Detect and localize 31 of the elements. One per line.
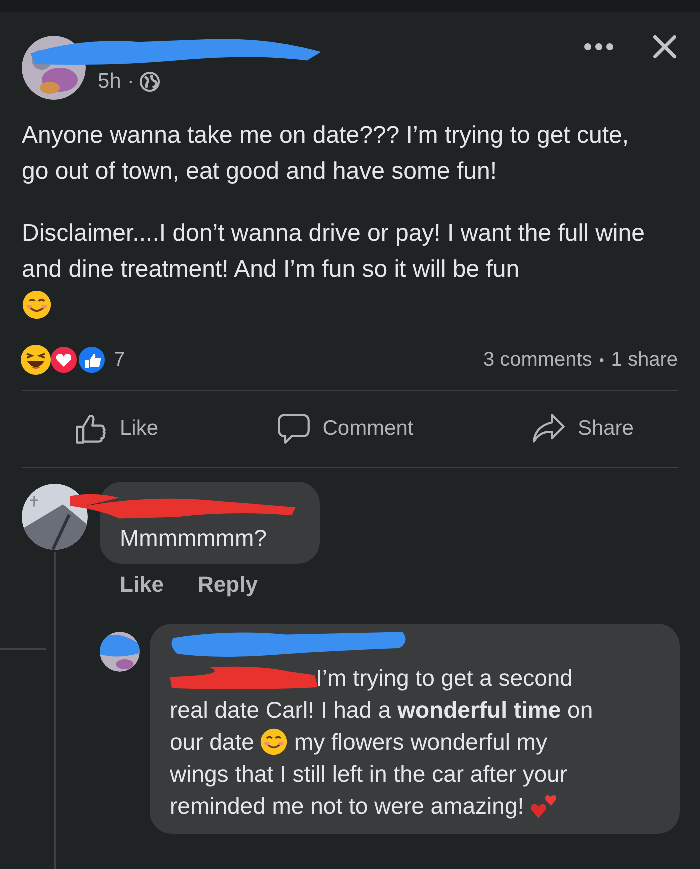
comment-text: my flowers wonderful my xyxy=(294,728,548,757)
smiling-emoji-icon xyxy=(260,728,288,756)
share-button[interactable]: Share xyxy=(532,408,634,450)
like-button[interactable]: Like xyxy=(74,408,159,450)
comment-text: I’m trying to get a second xyxy=(316,664,573,693)
globe-icon xyxy=(140,72,160,92)
reaction-count[interactable]: 7 xyxy=(114,348,126,372)
comment-text: wings that I still left in the car after your xyxy=(170,760,568,789)
more-icon[interactable] xyxy=(584,43,614,51)
post-text: Disclaimer....I don’t wanna drive or pay! I want the full wine and dine treatment! And I’m fun so it will be fun xyxy=(22,219,646,285)
comment-text: Mmmmmmm? xyxy=(120,525,267,551)
thumbs-up-icon xyxy=(74,412,108,446)
comment-action-link[interactable]: Reply xyxy=(198,572,258,598)
comment-text: real date Carl! I had a wonderful time on xyxy=(170,696,594,725)
share-arrow-icon xyxy=(532,412,566,446)
avatar[interactable] xyxy=(100,632,140,672)
comment-button[interactable]: Comment xyxy=(276,408,414,450)
smiling-emoji-icon xyxy=(22,290,52,320)
post-time: 5h xyxy=(98,70,122,94)
comment-action-link[interactable]: Like xyxy=(120,572,164,598)
post-text: Anyone wanna take me on date??? I’m trying to get cute, go out of town, eat good and have some fun! xyxy=(22,121,630,187)
speech-bubble-icon xyxy=(276,412,311,446)
separator-dot: • xyxy=(599,352,604,368)
comment-text: reminded me not to were amazing! xyxy=(170,792,524,821)
comments-count[interactable]: 3 comments xyxy=(483,348,592,372)
avatar[interactable] xyxy=(22,484,88,550)
comment-text: our date xyxy=(170,728,254,757)
close-icon[interactable] xyxy=(652,34,678,60)
shares-count[interactable]: 1 share xyxy=(611,348,678,372)
reaction-icons[interactable] xyxy=(20,344,106,376)
separator-dot: · xyxy=(127,70,134,94)
